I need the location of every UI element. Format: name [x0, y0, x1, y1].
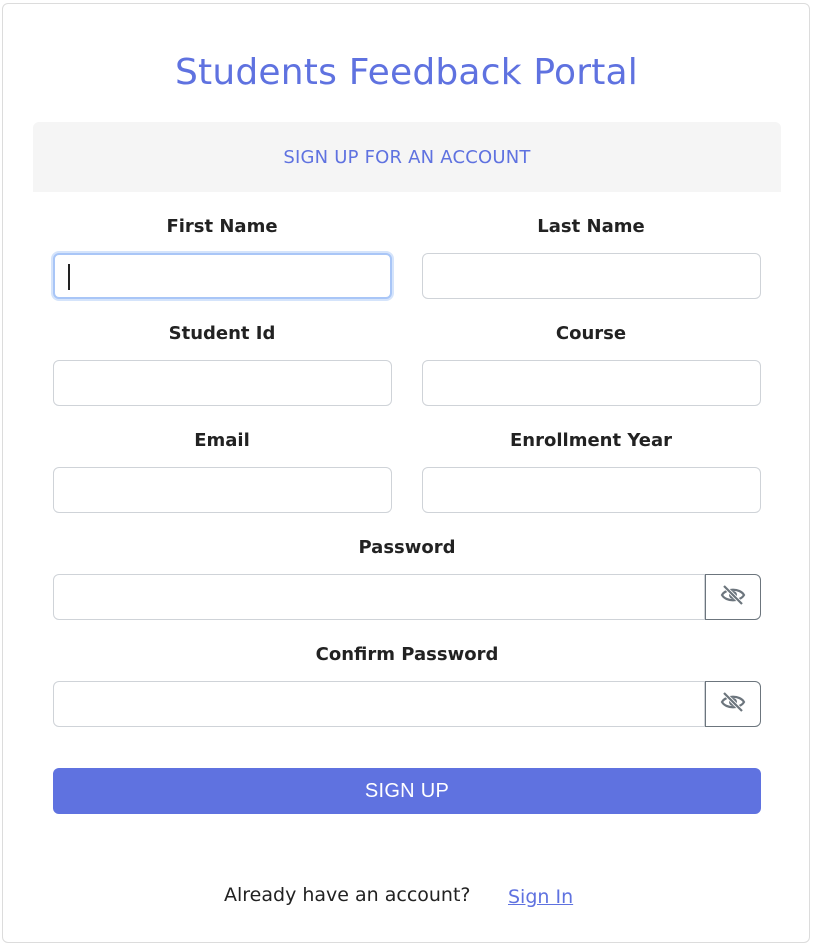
page-title: Students Feedback Portal	[174, 52, 639, 93]
text-caret	[68, 264, 70, 290]
sign-up-button[interactable]: SIGN UP	[53, 768, 761, 814]
already-have-account-text: Already have an account?	[224, 884, 471, 906]
email-field[interactable]	[53, 467, 392, 513]
eye-slash-icon	[720, 691, 746, 718]
email-label: Email	[194, 430, 250, 451]
password-label: Password	[358, 537, 456, 558]
enrollment-year-field[interactable]	[422, 467, 761, 513]
password-visibility-toggle[interactable]	[705, 574, 761, 620]
student-id-field[interactable]	[53, 360, 392, 406]
confirm-password-label: Confirm Password	[315, 644, 499, 665]
last-name-label: Last Name	[537, 216, 645, 237]
course-field[interactable]	[422, 360, 761, 406]
first-name-label: First Name	[166, 216, 278, 237]
confirm-password-field[interactable]	[53, 681, 705, 727]
student-id-label: Student Id	[168, 323, 276, 344]
course-label: Course	[555, 323, 627, 344]
form-header-label: SIGN UP FOR AN ACCOUNT	[283, 146, 531, 168]
eye-slash-icon	[720, 584, 746, 611]
first-name-field[interactable]	[53, 253, 392, 299]
sign-in-link[interactable]: Sign In	[508, 886, 573, 908]
last-name-field[interactable]	[422, 253, 761, 299]
form-header: SIGN UP FOR AN ACCOUNT	[33, 122, 781, 192]
password-field[interactable]	[53, 574, 705, 620]
enrollment-year-label: Enrollment Year	[510, 430, 672, 451]
confirm-password-visibility-toggle[interactable]	[705, 681, 761, 727]
